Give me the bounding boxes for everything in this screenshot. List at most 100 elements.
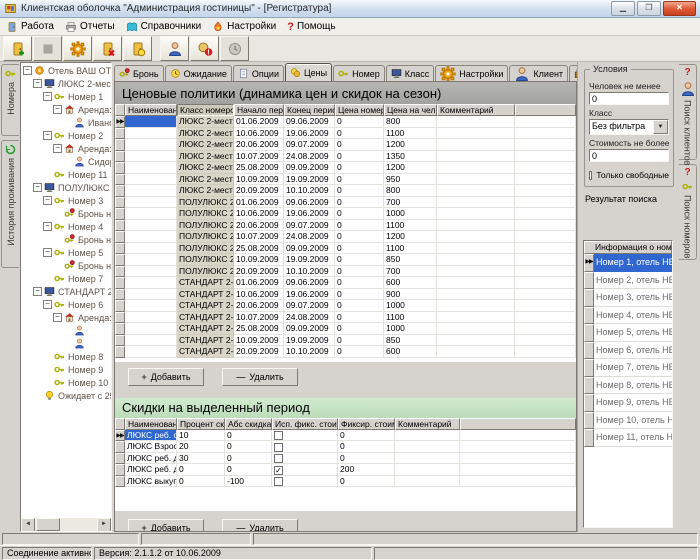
cell[interactable]: ЛЮКС реб. осн. [125,430,177,442]
only-free-checkbox[interactable] [589,171,592,180]
min-people-input[interactable] [589,92,669,105]
delete-room-button[interactable] [93,36,122,61]
result-row[interactable]: Номер 3, отель НЕ ОП [584,289,672,307]
cell[interactable] [125,128,177,140]
cell[interactable] [125,208,177,220]
cell[interactable]: ЛЮКС 2-местн. 2-ко [177,185,234,197]
cell[interactable]: 900 [384,289,437,301]
cell[interactable]: ЛЮКС 2-местн. 2-ко [177,116,234,128]
cell[interactable]: 800 [384,185,437,197]
tree-item[interactable]: −Номер 2 [21,129,111,142]
cell[interactable]: ЛЮКС реб. до 4 [125,464,177,476]
cell[interactable]: 20.09.2009 [234,346,284,358]
tree-item[interactable]: −Номер 6 [21,298,111,311]
max-cost-input[interactable] [589,149,669,162]
scroll-left-icon[interactable]: ◄ [21,518,35,532]
cell[interactable]: 10.07.2009 [234,151,284,163]
cell[interactable]: 09.09.2009 [284,243,335,255]
cell[interactable]: 850 [384,335,437,347]
cell[interactable]: СТАНДАРТ 2-местн. [177,289,234,301]
cell[interactable] [437,277,515,289]
tab-7[interactable]: Настройки [435,65,508,81]
tree-item[interactable]: −Номер 1 [21,90,111,103]
cell[interactable] [437,243,515,255]
tab-4[interactable]: Цены [285,63,332,81]
cell[interactable] [437,312,515,324]
cell[interactable]: 0 [335,266,384,278]
tree-horizontal-scrollbar[interactable]: ◄ ► [21,518,111,531]
cell[interactable]: 10.10.2009 [284,185,335,197]
cell[interactable]: 19.06.2009 [284,128,335,140]
cell[interactable]: 09.09.2009 [284,162,335,174]
pricing-remove-button[interactable]: — Удалить [222,368,298,386]
cell[interactable]: 01.06.2009 [234,197,284,209]
cell[interactable]: 10.06.2009 [234,128,284,140]
cell[interactable] [125,254,177,266]
scrollbar-thumb[interactable] [36,518,60,531]
cell[interactable]: СТАНДАРТ 2-местн. [177,346,234,358]
cell[interactable]: 1000 [384,323,437,335]
results-column-header[interactable]: Информация о номерах [584,241,672,254]
cell[interactable]: 0 [335,208,384,220]
cell[interactable]: ПОЛУЛЮКС 2-местн [177,208,234,220]
tab-3[interactable]: Опции [233,65,284,81]
cell[interactable] [272,441,338,453]
pricing-add-button[interactable]: + Добавить [128,368,204,386]
cell[interactable]: 09.06.2009 [284,277,335,289]
right-tab-1[interactable]: ?Поиск клиентов [679,64,697,160]
cell[interactable]: 0 [225,441,272,453]
cell[interactable]: 0 [335,197,384,209]
cell[interactable]: 19.09.2009 [284,174,335,186]
cell[interactable]: 0 [335,231,384,243]
cell[interactable]: 0 [335,128,384,140]
cell[interactable]: 0 [335,312,384,324]
cell[interactable]: 0 [338,453,395,465]
cell[interactable]: 950 [384,174,437,186]
use-fixed-checkbox[interactable] [274,431,283,440]
cell[interactable]: 10.10.2009 [284,346,335,358]
cell[interactable] [272,453,338,465]
tree-item[interactable]: Номер 11 [21,168,111,181]
cell[interactable]: 0 [177,464,225,476]
column-header[interactable]: Процент скидки [177,418,225,430]
result-row[interactable]: Номер 10, отель НЕ ОП [584,412,672,430]
column-header[interactable]: Цена на чел. [384,104,437,116]
cell[interactable] [437,220,515,232]
cell[interactable]: 20.09.2009 [234,266,284,278]
collapse-icon[interactable]: − [43,131,52,140]
cell[interactable]: 09.09.2009 [284,323,335,335]
tab-6[interactable]: Класс [386,65,435,81]
cell[interactable]: 10.07.2009 [234,312,284,324]
discounts-add-button[interactable]: + Добавить [128,519,204,532]
cell[interactable] [437,197,515,209]
cell[interactable] [125,277,177,289]
cell[interactable]: СТАНДАРТ 2-местн. [177,312,234,324]
cash-alert-button[interactable]: ! [190,36,219,61]
use-fixed-checkbox[interactable] [274,454,283,463]
cell[interactable]: 0 [335,289,384,301]
cell[interactable]: 20.06.2009 [234,220,284,232]
tree-item[interactable]: Сидоро [21,155,111,168]
cell[interactable] [125,185,177,197]
cell[interactable]: ЛЮКС 2-местн. 2-ко [177,162,234,174]
cell[interactable]: 200 [338,464,395,476]
cell[interactable]: 09.07.2009 [284,300,335,312]
cell[interactable] [272,476,338,488]
cell[interactable]: ПОЛУЛЮКС 2-местн [177,243,234,255]
tree-item[interactable]: −Аренда: 25 [21,311,111,324]
cell[interactable]: 01.06.2009 [234,116,284,128]
cell[interactable]: 700 [384,197,437,209]
cell[interactable] [125,174,177,186]
cell[interactable]: ЛЮКС выкуп блк [125,476,177,488]
right-tab-2[interactable]: ?Поиск номеров [679,164,697,260]
tab-8[interactable]: Клиент [509,65,568,81]
collapse-icon[interactable]: − [43,248,52,257]
tree-item[interactable] [21,324,111,337]
tab-2[interactable]: Ожидание [165,65,232,81]
column-header[interactable]: Наименование [125,104,177,116]
cell[interactable]: 0 [225,430,272,442]
cell[interactable] [437,128,515,140]
cell[interactable] [437,323,515,335]
restore-button[interactable]: ❐ [637,1,661,16]
cell[interactable]: 0 [225,464,272,476]
